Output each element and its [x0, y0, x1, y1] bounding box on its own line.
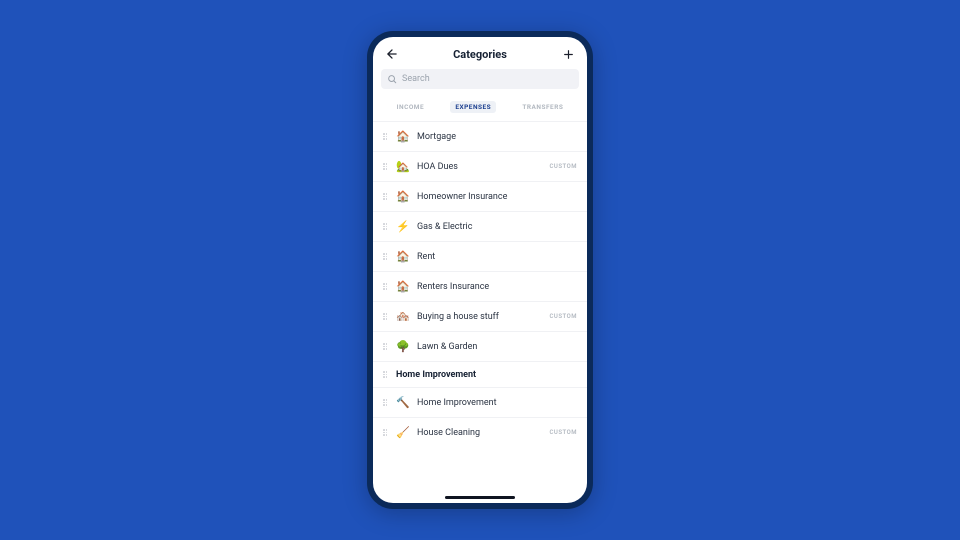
tab-expenses[interactable]: EXPENSES — [450, 101, 496, 113]
phone-frame: Categories Search INCOME EXPENSES TRANSF… — [367, 31, 593, 509]
back-arrow-icon — [385, 47, 399, 61]
drag-handle-icon[interactable] — [383, 399, 389, 406]
item-label: HOA Dues — [417, 162, 542, 172]
list-item[interactable]: 🏠 Mortgage — [373, 121, 587, 151]
item-label: Buying a house stuff — [417, 312, 542, 322]
broom-icon: 🧹 — [396, 426, 410, 440]
house-garden-icon: 🏡 — [396, 160, 410, 174]
house-icon: 🏠 — [396, 280, 410, 294]
tab-bar: INCOME EXPENSES TRANSFERS — [373, 95, 587, 121]
item-label: Home Improvement — [417, 398, 577, 408]
list-item[interactable]: 🏠 Rent — [373, 241, 587, 271]
drag-handle-icon[interactable] — [383, 253, 389, 260]
item-label: Lawn & Garden — [417, 342, 577, 352]
list-item[interactable]: 🏠 Renters Insurance — [373, 271, 587, 301]
drag-handle-icon[interactable] — [383, 163, 389, 170]
house-icon: 🏠 — [396, 250, 410, 264]
list-item[interactable]: 🏡 HOA Dues CUSTOM — [373, 151, 587, 181]
back-button[interactable] — [383, 45, 401, 63]
item-label: Mortgage — [417, 132, 577, 142]
page-title: Categories — [453, 48, 507, 61]
search-icon — [387, 74, 397, 84]
list-item[interactable]: 🏠 Homeowner Insurance — [373, 181, 587, 211]
plus-icon — [562, 48, 575, 61]
list-item[interactable]: ⚡ Gas & Electric — [373, 211, 587, 241]
drag-handle-icon[interactable] — [383, 193, 389, 200]
list-item[interactable]: 🔨 Home Improvement — [373, 387, 587, 417]
drag-handle-icon[interactable] — [383, 133, 389, 140]
item-label: House Cleaning — [417, 428, 542, 438]
list-item[interactable]: 🧹 House Cleaning CUSTOM — [373, 417, 587, 447]
hammer-icon: 🔨 — [396, 396, 410, 410]
drag-handle-icon[interactable] — [383, 371, 389, 378]
section-header[interactable]: Home Improvement — [373, 361, 587, 387]
custom-badge: CUSTOM — [549, 429, 577, 436]
custom-badge: CUSTOM — [549, 163, 577, 170]
bolt-icon: ⚡ — [396, 220, 410, 234]
item-label: Rent — [417, 252, 577, 262]
drag-handle-icon[interactable] — [383, 313, 389, 320]
list-item[interactable]: 🏘️ Buying a house stuff CUSTOM — [373, 301, 587, 331]
tree-icon: 🌳 — [396, 340, 410, 354]
item-label: Renters Insurance — [417, 282, 577, 292]
item-label: Homeowner Insurance — [417, 192, 577, 202]
search-placeholder: Search — [402, 74, 430, 84]
home-indicator[interactable] — [445, 496, 515, 499]
search-input[interactable]: Search — [381, 69, 579, 89]
tab-transfers[interactable]: TRANSFERS — [517, 101, 568, 113]
list-item[interactable]: 🌳 Lawn & Garden — [373, 331, 587, 361]
drag-handle-icon[interactable] — [383, 283, 389, 290]
tab-income[interactable]: INCOME — [392, 101, 430, 113]
section-title: Home Improvement — [396, 370, 476, 380]
category-list[interactable]: 🏠 Mortgage 🏡 HOA Dues CUSTOM 🏠 Homeowner… — [373, 121, 587, 503]
header-bar: Categories — [373, 37, 587, 69]
item-label: Gas & Electric — [417, 222, 577, 232]
house-icon: 🏠 — [396, 130, 410, 144]
drag-handle-icon[interactable] — [383, 223, 389, 230]
add-button[interactable] — [559, 45, 577, 63]
drag-handle-icon[interactable] — [383, 429, 389, 436]
drag-handle-icon[interactable] — [383, 343, 389, 350]
search-container: Search — [373, 69, 587, 95]
houses-icon: 🏘️ — [396, 310, 410, 324]
custom-badge: CUSTOM — [549, 313, 577, 320]
house-icon: 🏠 — [396, 190, 410, 204]
screen: Categories Search INCOME EXPENSES TRANSF… — [373, 37, 587, 503]
